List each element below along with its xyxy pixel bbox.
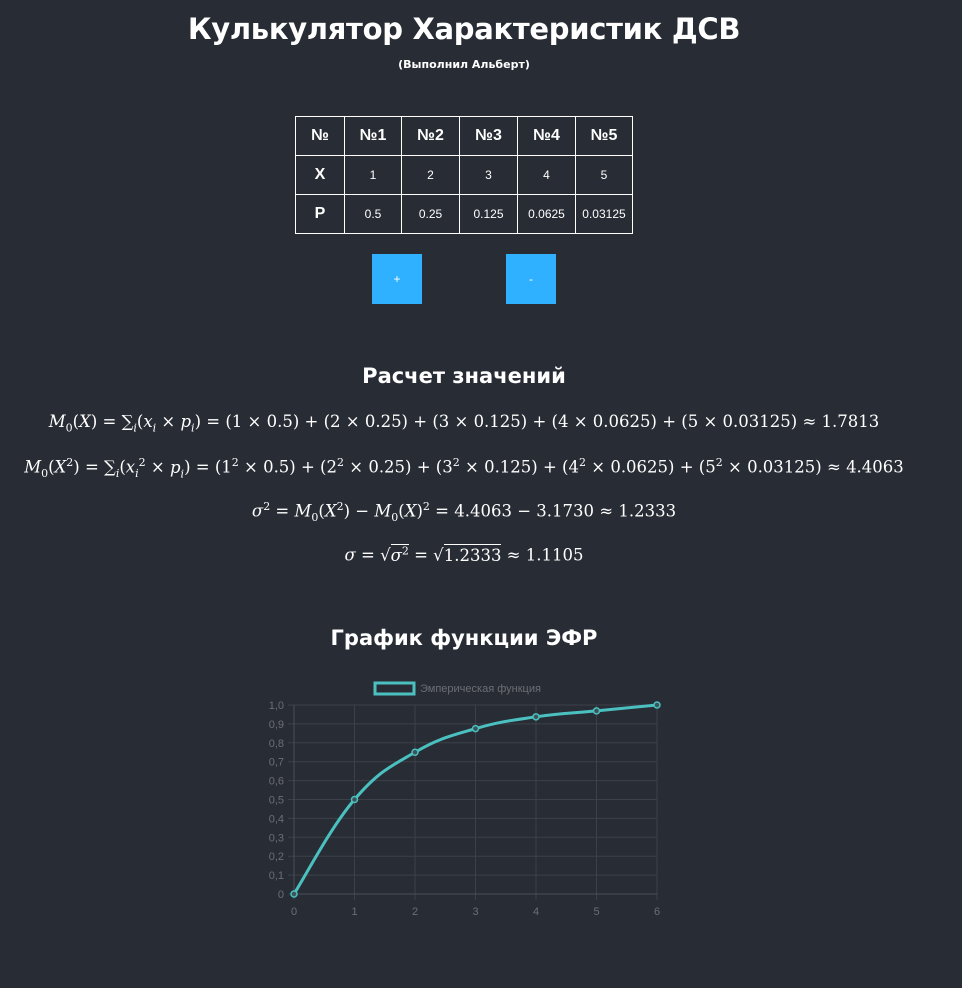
y-tick-label: 0,9	[269, 719, 284, 731]
x-value-cell[interactable]: 5	[575, 155, 633, 195]
y-tick-label: 0,6	[269, 776, 284, 788]
y-tick-label: 0	[278, 889, 284, 901]
second-moment-formula: M0(X2) = ∑i(xi2 × pi) = (12 × 0.5) + (22…	[24, 456, 904, 480]
efr-chart-svg: 0 0,1 0,2 0,3 0,4 0,5 0,6 0,7 0,8 0,9 1,0 0 1 2 3 4 5 6 Эм…	[269, 681, 661, 918]
x-tick-label: 1	[351, 906, 357, 918]
x-tick-label: 0	[291, 906, 297, 918]
p-value-cell[interactable]: 0.0625	[517, 194, 576, 234]
y-tick-label: 0,4	[269, 813, 284, 825]
data-point	[350, 795, 359, 804]
y-tick-label: 0,5	[269, 795, 284, 807]
remove-column-button[interactable]: -	[506, 254, 556, 304]
table-row-x: X 1 2 3 4 5	[295, 155, 633, 195]
data-point	[532, 713, 540, 721]
data-point	[592, 707, 601, 715]
column-header: №5	[575, 116, 633, 156]
column-header: №2	[401, 116, 460, 156]
calc-heading: Расчет значений	[362, 364, 566, 388]
y-tick-label: 0,3	[269, 832, 284, 844]
column-header: №4	[517, 116, 576, 156]
mean-result: 1.7813	[821, 412, 880, 431]
data-point	[411, 748, 419, 756]
add-column-button[interactable]: +	[372, 254, 422, 304]
efr-chart: 0 0,1 0,2 0,3 0,4 0,5 0,6 0,7 0,8 0,9 1,0 0 1 2 3 4 5 6 Эм…	[248, 676, 678, 921]
legend-swatch	[373, 681, 416, 696]
x-value-cell[interactable]: 3	[459, 155, 518, 195]
x-tick-label: 4	[533, 906, 539, 918]
distribution-table: № №1 №2 №3 №4 №5 X 1 2 3 4 5 P 0.5 0.25 …	[295, 116, 633, 234]
variance-values: 4.4063 − 3.1730 ≈ 1.2333	[454, 501, 677, 521]
std-formula: σ = √σ2 = √1.2333 ≈ 1.1105	[344, 543, 584, 565]
data-point	[290, 890, 298, 898]
variance-formula: σ2 = M0(X2) − M0(X)2 = 4.4063 − 3.1730 ≈…	[251, 500, 677, 524]
second-moment-result: 4.4063	[846, 457, 904, 477]
page-subtitle: (Выполнил Альберт)	[398, 58, 530, 71]
x-tick-label: 5	[593, 906, 599, 918]
x-tick-label: 2	[412, 906, 418, 918]
sigma-sqrt-value: 1.2333	[443, 543, 502, 565]
y-tick-label: 0,1	[269, 870, 284, 882]
p-value-cell[interactable]: 0.125	[459, 194, 518, 234]
table-header-row: № №1 №2 №3 №4 №5	[295, 116, 633, 156]
legend-label: Эмперическая функция	[420, 683, 541, 695]
x-value-cell[interactable]: 2	[401, 155, 460, 195]
page: Кулькулятор Характеристик ДСВ (Выполнил …	[0, 0, 962, 988]
y-tick-label: 1,0	[269, 700, 284, 712]
row-label-p: P	[295, 194, 345, 234]
p-value-cell[interactable]: 0.5	[344, 194, 402, 234]
std-result: 1.1105	[525, 545, 584, 565]
mean-formula: M0(X) = ∑i(xi × pi) = (1 × 0.5) + (2 × 0…	[48, 412, 880, 435]
data-point	[471, 724, 480, 733]
p-value-cell[interactable]: 0.03125	[575, 194, 633, 234]
x-tick-label: 3	[472, 906, 478, 918]
column-header: №1	[344, 116, 402, 156]
page-title: Кулькулятор Характеристик ДСВ	[187, 12, 741, 46]
table-row-p: P 0.5 0.25 0.125 0.0625 0.03125	[295, 194, 633, 234]
graph-heading: График функции ЭФР	[330, 626, 598, 650]
table-corner-cell: №	[295, 116, 345, 156]
y-tick-label: 0,7	[269, 757, 284, 769]
row-label-x: X	[295, 155, 345, 195]
x-tick-label: 6	[654, 906, 660, 918]
y-tick-label: 0,2	[269, 851, 284, 863]
p-value-cell[interactable]: 0.25	[401, 194, 460, 234]
column-header: №3	[459, 116, 518, 156]
y-tick-label: 0,8	[269, 738, 284, 750]
x-value-cell[interactable]: 1	[344, 155, 402, 195]
data-point	[653, 701, 661, 709]
x-value-cell[interactable]: 4	[517, 155, 576, 195]
